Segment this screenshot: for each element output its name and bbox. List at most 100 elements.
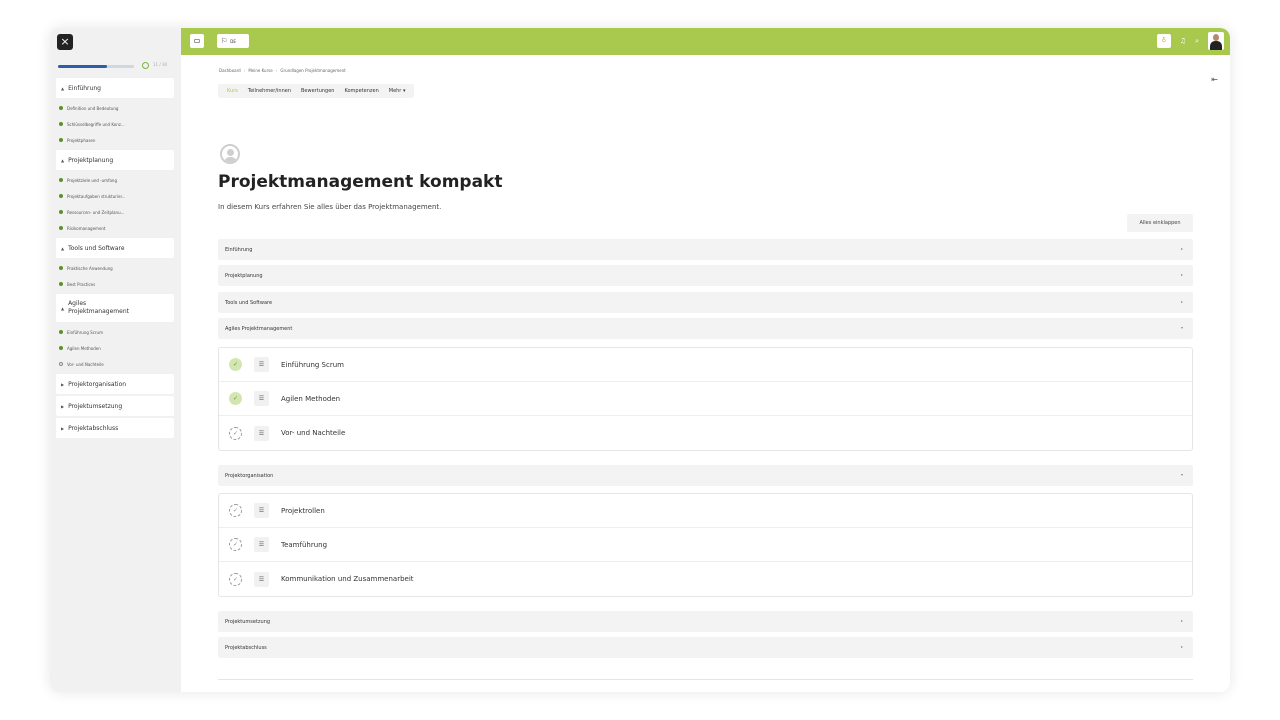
avatar-head [1213, 34, 1219, 41]
drawer-toggle-button[interactable] [190, 34, 204, 48]
user-menu-icon[interactable]: ♁ [1156, 34, 1171, 48]
sidebar-activity-item[interactable]: Agilen Methoden [56, 340, 174, 356]
caret-right-icon: ▶ [61, 425, 65, 431]
sidebar-activity-item[interactable]: Definition und Bedeutung [56, 100, 174, 116]
drawer-icon [194, 39, 200, 43]
activity-title[interactable]: Kommunikation und Zusammenarbeit [281, 575, 414, 583]
incomplete-check-icon[interactable]: ✓ [229, 426, 242, 440]
section-header-projektplanung[interactable]: Projektplanung ▸ [218, 265, 1193, 286]
section-title: Projektabschluss [225, 644, 267, 651]
chevron-right-icon: ▸ [1180, 299, 1183, 304]
activity-title[interactable]: Agilen Methoden [281, 395, 340, 403]
sidebar-section-title: Agiles Projektmanagement [68, 300, 129, 315]
completed-dot-icon [59, 282, 63, 286]
avatar[interactable] [1208, 32, 1224, 50]
activity-title[interactable]: Projektrollen [281, 507, 325, 515]
flag-icon: ⚐ [221, 37, 228, 45]
sidebar-section-list: ▲ Einführung Definition und Bedeutung Schlü… [56, 78, 174, 440]
sidebar-activity-label: Schlüsselbegriffe und Konz... [67, 121, 125, 127]
completed-check-icon[interactable]: ✓ [229, 358, 242, 371]
sidebar-activity-item[interactable]: Einführung Scrum [56, 324, 174, 340]
caret-up-icon: ▲ [61, 245, 65, 251]
activity-title[interactable]: Einführung Scrum [281, 361, 344, 369]
collapse-all-button[interactable]: Alles einklappen [1127, 214, 1193, 232]
section-title: Tools und Software [225, 299, 273, 306]
activity-title[interactable]: Vor- und Nachteile [281, 429, 345, 437]
incomplete-check-icon[interactable]: ✓ [229, 572, 242, 586]
sidebar-section-1[interactable]: ▲ Einführung [56, 78, 174, 98]
sidebar-activity-label: Projektphasen [67, 137, 96, 143]
caret-right-icon: ▶ [61, 403, 65, 409]
sidebar-section-5[interactable]: ▶ Projektorganisation [56, 374, 174, 394]
page-title: Projektmanagement kompakt [218, 172, 503, 192]
page-icon: ☰ [254, 425, 269, 441]
sidebar-activity-item[interactable]: Ressourcen- und Zeitplanu... [56, 204, 174, 220]
close-sidebar-button[interactable]: × [57, 34, 73, 50]
completed-dot-icon [59, 330, 63, 334]
breadcrumb-item[interactable]: Grundlagen Projektmanagement [280, 68, 345, 73]
breadcrumb: Dashboard › Meine Kurse › Grundlagen Projekt… [219, 68, 346, 73]
breadcrumb-separator: › [243, 68, 246, 73]
sidebar-section-3[interactable]: ▲ Tools und Software [56, 238, 174, 258]
avatar-body [1210, 41, 1222, 50]
sidebar-activity-item[interactable]: Projektphasen [56, 132, 174, 148]
completed-dot-icon [59, 178, 63, 182]
sidebar-section-6[interactable]: ▶ Projektumsetzung [56, 396, 174, 416]
completed-check-icon[interactable]: ✓ [229, 392, 242, 405]
course-index-sidebar: × 11 / 30 ▲ Einführung Definition und Bede… [50, 28, 181, 692]
activity-row[interactable]: ✓ ☰ Projektrollen [219, 494, 1192, 528]
sidebar-activity-item[interactable]: Schlüsselbegriffe und Konz... [56, 116, 174, 132]
section-title: Einführung [225, 246, 253, 253]
course-description: In diesem Kurs erfahren Sie alles über d… [218, 203, 442, 211]
bell-icon[interactable]: ♫ [1180, 37, 1186, 45]
activity-title[interactable]: Teamführung [281, 541, 327, 549]
incomplete-check-icon[interactable]: ✓ [229, 504, 242, 517]
section-header-abschluss[interactable]: Projektabschluss ▸ [218, 637, 1193, 658]
section-header-organisation[interactable]: Projektorganisation ▾ [218, 465, 1193, 486]
chevron-right-icon: ▸ [1180, 272, 1183, 277]
app-window: × 11 / 30 ▲ Einführung Definition und Bede… [50, 28, 1230, 692]
navbar-actions: ♁ ♫ ⌕ [1156, 32, 1224, 50]
completed-dot-icon [59, 346, 63, 350]
sidebar-activity-label: Ressourcen- und Zeitplanu... [67, 209, 125, 215]
sidebar-activity-label: Projektziele und -umfang [67, 177, 118, 183]
incomplete-check-icon[interactable]: ✓ [229, 538, 242, 551]
page-icon: ☰ [254, 391, 269, 406]
activity-row[interactable]: ✓ ☰ Teamführung [219, 528, 1192, 562]
activity-row[interactable]: ✓ ☰ Agilen Methoden [219, 382, 1192, 416]
completed-dot-icon [59, 122, 63, 126]
section-header-tools[interactable]: Tools und Software ▸ [218, 292, 1193, 313]
chevron-right-icon: ▸ [1180, 618, 1183, 623]
tab-4[interactable]: Kompetenzen [344, 88, 378, 94]
sidebar-section-7[interactable]: ▶ Projektabschluss [56, 418, 174, 438]
sidebar-activity-item[interactable]: Best Practices [56, 276, 174, 292]
sidebar-activity-item[interactable]: Projektziele und -umfang [56, 172, 174, 188]
breadcrumb-item[interactable]: Meine Kurse [248, 68, 272, 73]
section-title: Projektorganisation [225, 472, 274, 479]
activity-row[interactable]: ✓ ☰ Kommunikation und Zusammenarbeit [219, 562, 1192, 596]
sidebar-activity-item[interactable]: Projektaufgaben strukturier... [56, 188, 174, 204]
sidebar-activity-item[interactable]: Risikomanagement [56, 220, 174, 236]
tab-1[interactable]: Kurs [227, 88, 238, 94]
section-header-agiles[interactable]: Agiles Projektmanagement ▾ [218, 318, 1193, 339]
tab-3[interactable]: Bewertungen [301, 88, 334, 94]
open-block-drawer-icon[interactable]: ⇤ [1211, 75, 1218, 84]
course-progress: 11 / 30 [58, 62, 176, 71]
breadcrumb-item[interactable]: Dashboard [219, 68, 241, 73]
section-header-umsetzung[interactable]: Projektumsetzung ▸ [218, 611, 1193, 632]
activity-row[interactable]: ✓ ☰ Vor- und Nachteile [219, 416, 1192, 450]
language-selector[interactable]: ⚐ DE [217, 34, 249, 48]
completed-dot-icon [59, 194, 63, 198]
sidebar-activity-item[interactable]: Praktische Anwendung [56, 260, 174, 276]
sidebar-section-2[interactable]: ▲ Projektplanung [56, 150, 174, 170]
section-header-einfuehrung[interactable]: Einführung ▸ [218, 239, 1193, 260]
chat-icon[interactable]: ⌕ [1195, 37, 1199, 46]
tab-2[interactable]: Teilnehmer/innen [248, 88, 291, 94]
sidebar-section-4[interactable]: ▲ Agiles Projektmanagement [56, 294, 174, 322]
activity-row[interactable]: ✓ ☰ Einführung Scrum [219, 348, 1192, 382]
sidebar-activity-label: Definition und Bedeutung [67, 105, 119, 111]
tab-5[interactable]: Mehr ▾ [389, 88, 406, 94]
sidebar-activity-item[interactable]: Vor- und Nachteile [56, 356, 174, 372]
completed-dot-icon [59, 138, 63, 142]
sidebar-activity-label: Einführung Scrum [67, 329, 103, 335]
